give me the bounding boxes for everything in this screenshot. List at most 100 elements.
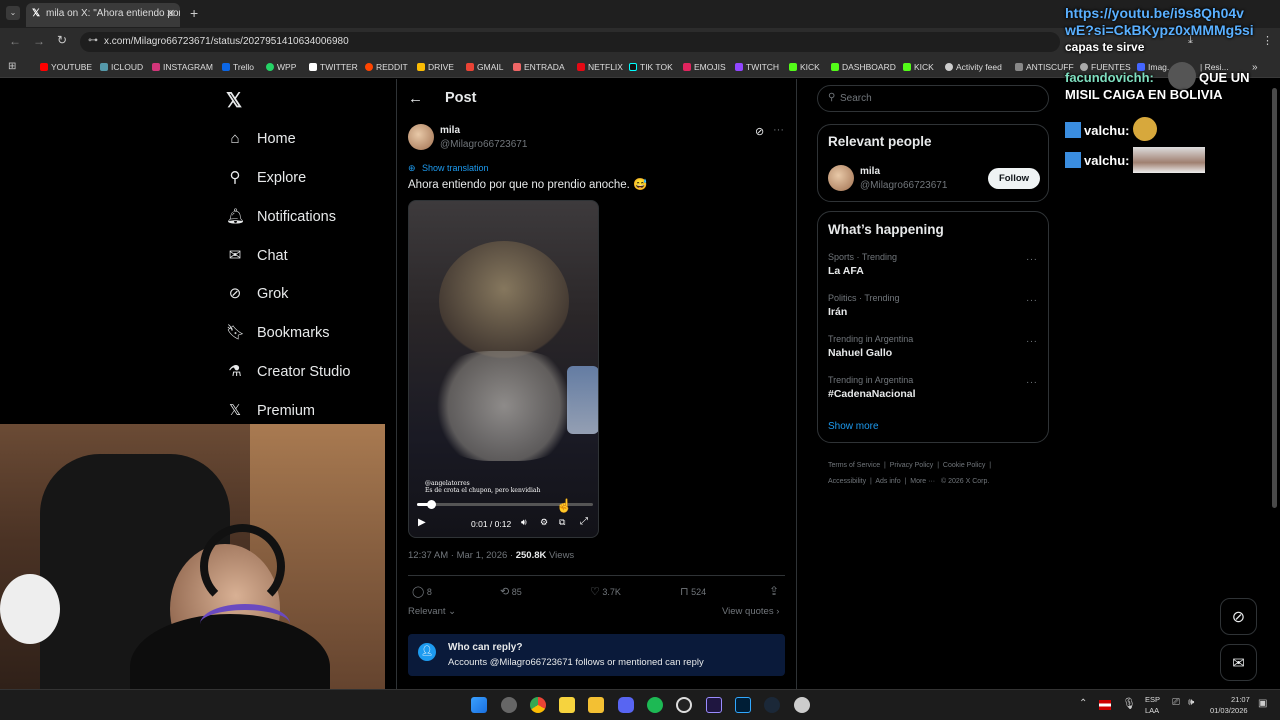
bookmark-drive[interactable]: DRIVE [417,62,454,72]
post-more-icon[interactable]: ··· [773,124,784,136]
repost-action[interactable]: ⟲ 85 [500,585,522,598]
bookmark-kick[interactable]: KICK [789,62,820,72]
bookmark-wpp[interactable]: WPP [266,62,296,72]
menu-icon[interactable]: ⋮ [1262,34,1273,47]
chrome-icon[interactable] [530,697,546,713]
person-handle[interactable]: @Milagro66723671 [860,180,947,191]
sticky-notes-icon[interactable] [559,697,575,713]
back-arrow-icon[interactable]: ← [408,90,423,107]
trend-more-icon[interactable]: ··· [1026,377,1038,388]
bookmark-dashboard[interactable]: DASHBOARD [831,62,896,72]
bookmark-twitter[interactable]: TWITTER [309,62,358,72]
tab-list-button[interactable]: ⌄ [6,6,20,20]
bookmark-gmail[interactable]: GMAIL [466,62,503,72]
volume-icon[interactable]: 🔊︎ [521,517,527,528]
bookmark-tiktok[interactable]: TIK TOK [629,62,673,72]
new-tab-icon[interactable]: + [190,5,198,21]
bookmark-icloud[interactable]: ICLOUD [100,62,143,72]
bookmark-twitch[interactable]: TWITCH [735,62,779,72]
relevant-sort[interactable]: Relevant ⌄ [408,606,456,617]
discord-icon[interactable] [618,697,634,713]
site-info-icon[interactable]: ⊶ [88,35,98,46]
apps-icon[interactable]: ⊞ [8,61,16,72]
bookmark-entrada[interactable]: ENTRADA [513,62,565,72]
like-action[interactable]: ♡ 3.7K [590,585,621,598]
trend-item[interactable]: Politics · Trending Irán [828,293,900,318]
bookmark-emojis[interactable]: EMOJIS [683,62,726,72]
footer-more[interactable]: More ··· [910,478,935,485]
page-scrollbar[interactable] [1272,88,1277,508]
person-name[interactable]: mila [860,166,880,177]
reply-action[interactable]: ◯ 8 [412,585,432,598]
fullscreen-icon[interactable]: ⤢ [580,516,588,527]
footer-terms[interactable]: Terms of Service [828,462,880,469]
follow-button[interactable]: Follow [988,168,1040,189]
share-icon[interactable]: ⇪ [769,584,779,598]
start-icon[interactable] [471,697,487,713]
post-timestamp[interactable]: 12:37 AM · Mar 1, 2026 · [408,550,516,561]
notification-icon[interactable]: ▣ [1258,698,1267,709]
network-icon[interactable]: ⎚ [1172,697,1180,708]
repost-icon: ⟲ [500,586,510,598]
grok-explain-icon[interactable]: ⊘ [755,125,764,138]
footer-accessibility[interactable]: Accessibility [828,478,866,485]
flag-icon[interactable] [1099,700,1111,710]
bookmark-kick-2[interactable]: KICK [903,62,934,72]
obs-icon[interactable] [676,697,692,713]
back-icon[interactable]: ← [9,34,21,48]
show-more-link[interactable]: Show more [828,421,879,432]
video-player[interactable]: @angelatorres Es de crota el chupon, per… [408,200,599,538]
search-box[interactable]: ⚲ Search [817,85,1049,112]
pip-icon[interactable]: ⧉ [559,517,565,528]
x-logo-icon[interactable]: 𝕏 [226,88,242,113]
trend-item[interactable]: Trending in Argentina #CadenaNacional [828,375,916,400]
author-handle[interactable]: @Milagro66723671 [440,139,527,150]
spotify-icon[interactable] [647,697,663,713]
volume-tray-icon[interactable]: 🕪︎ [1188,697,1194,708]
close-tab-icon[interactable]: ✕ [166,7,175,20]
bookmark-youtube[interactable]: YOUTUBE [40,62,92,72]
trend-more-icon[interactable]: ··· [1026,254,1038,265]
person-avatar[interactable] [828,165,854,191]
trend-more-icon[interactable]: ··· [1026,336,1038,347]
search-input[interactable]: Search [840,93,872,104]
messages-float-button[interactable]: ✉ [1220,644,1257,681]
trend-more-icon[interactable]: ··· [1026,295,1038,306]
file-explorer-icon[interactable] [588,697,604,713]
trend-item[interactable]: Sports · Trending La AFA [828,252,897,277]
grok-float-button[interactable]: ⊘ [1220,598,1257,635]
clock-time[interactable]: 21:07 [1231,695,1250,704]
play-icon[interactable]: ▶ [418,517,426,528]
show-translation-link[interactable]: Show translation [422,163,489,173]
author-avatar[interactable] [408,124,434,150]
footer-ads-info[interactable]: Ads info [875,478,900,485]
author-name[interactable]: mila [440,125,460,136]
bookmark-activity-feed[interactable]: Activity feed [945,62,1002,72]
bookmark-reddit[interactable]: REDDIT [365,62,408,72]
app-icon[interactable] [501,697,517,713]
settings-icon[interactable]: ⚙ [540,517,548,528]
bookmark-netflix[interactable]: NETFLIX [577,62,623,72]
view-quotes-link[interactable]: View quotes › [722,606,779,617]
premiere-icon[interactable] [706,697,722,713]
forward-icon[interactable]: → [33,34,45,48]
photoshop-icon[interactable] [735,697,751,713]
footer-privacy[interactable]: Privacy Policy [890,462,934,469]
lang-top[interactable]: ESP [1145,695,1160,704]
steam-icon[interactable] [764,697,780,713]
bookmark-action[interactable]: ⊓ 524 [680,585,706,598]
bookmark-instagram[interactable]: INSTAGRAM [152,62,213,72]
browser-tab[interactable]: 𝕏 mila on X: "Ahora entiendo por [26,3,180,27]
bookmark-trello[interactable]: Trello [222,62,254,72]
lang-bottom[interactable]: LAA [1145,706,1159,715]
clock-date[interactable]: 01/03/2026 [1210,706,1248,715]
reload-icon[interactable]: ↻ [57,33,67,47]
app-icon-2[interactable] [794,697,810,713]
trend-item[interactable]: Trending in Argentina Nahuel Gallo [828,334,913,359]
footer-cookie[interactable]: Cookie Policy [943,462,985,469]
url-bar[interactable]: ⊶ x.com/Milagro66723671/status/202795141… [80,32,1060,52]
more-bookmarks-icon[interactable]: » [1252,62,1258,73]
tray-chevron-icon[interactable]: ⌃ [1079,698,1087,709]
mic-icon[interactable]: 🎙︎ [1122,697,1136,710]
video-progress-knob[interactable] [427,500,437,509]
